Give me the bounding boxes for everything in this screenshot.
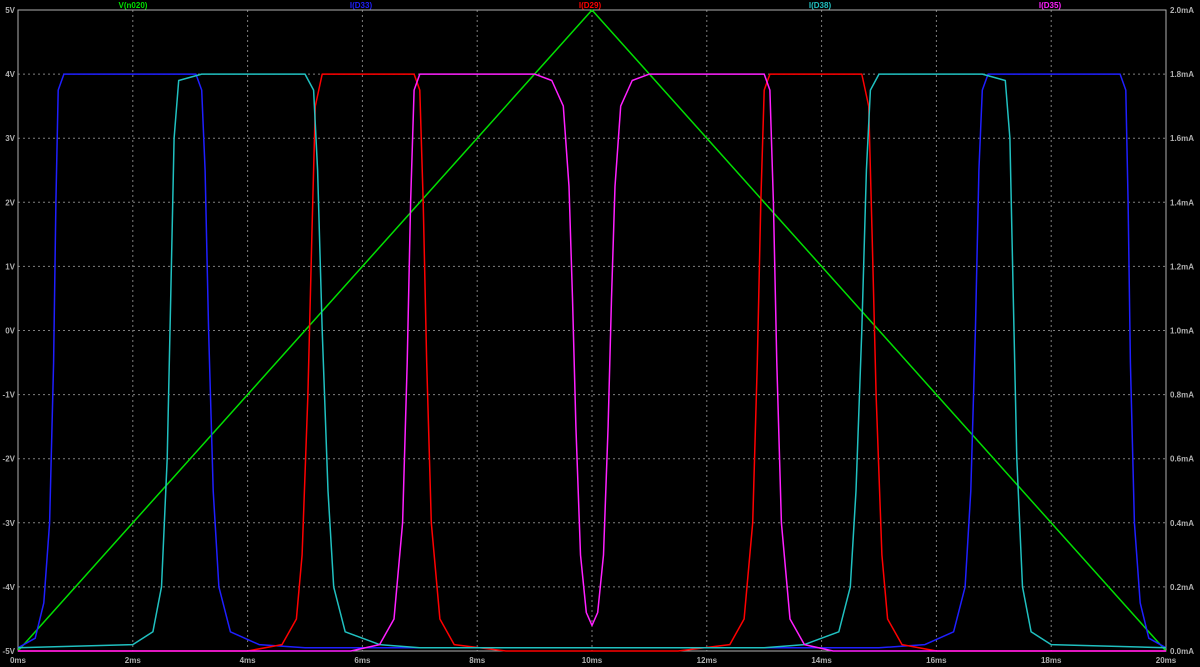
left-y-tick-label: -3V bbox=[3, 519, 16, 528]
x-tick-label: 4ms bbox=[240, 656, 257, 665]
legend-label-id38[interactable]: I(D38) bbox=[809, 1, 832, 10]
right-y-tick-label: 0.6mA bbox=[1170, 455, 1194, 464]
x-tick-label: 16ms bbox=[926, 656, 947, 665]
right-y-tick-label: 0.8mA bbox=[1170, 391, 1194, 400]
left-y-tick-label: 4V bbox=[5, 70, 15, 79]
left-y-tick-label: 1V bbox=[5, 262, 15, 271]
legend-label-vn020[interactable]: V(n020) bbox=[119, 1, 148, 10]
left-y-tick-label: 2V bbox=[5, 198, 15, 207]
right-y-tick-label: 1.8mA bbox=[1170, 70, 1194, 79]
left-y-tick-label: -5V bbox=[3, 647, 16, 656]
left-y-tick-label: -2V bbox=[3, 455, 16, 464]
right-y-tick-label: 1.4mA bbox=[1170, 198, 1194, 207]
left-y-tick-label: 0V bbox=[5, 327, 15, 336]
left-y-tick-label: -4V bbox=[3, 583, 16, 592]
legend-label-id35[interactable]: I(D35) bbox=[1039, 1, 1062, 10]
legend-label-id33[interactable]: I(D33) bbox=[350, 1, 373, 10]
x-tick-label: 0ms bbox=[10, 656, 27, 665]
x-tick-label: 2ms bbox=[125, 656, 142, 665]
right-y-tick-label: 1.2mA bbox=[1170, 262, 1194, 271]
right-y-tick-label: 0.4mA bbox=[1170, 519, 1194, 528]
right-y-tick-label: 0.2mA bbox=[1170, 583, 1194, 592]
right-y-tick-label: 0.0mA bbox=[1170, 647, 1194, 656]
waveform-plot: 0ms 2ms 4ms 6ms 8ms 10ms 12ms 14ms 16ms 18ms 20ms … bbox=[0, 0, 1200, 667]
x-tick-label: 12ms bbox=[697, 656, 718, 665]
x-tick-label: 14ms bbox=[811, 656, 832, 665]
legend-label-id29[interactable]: I(D29) bbox=[579, 1, 602, 10]
right-y-tick-label: 1.6mA bbox=[1170, 134, 1194, 143]
x-tick-label: 20ms bbox=[1156, 656, 1177, 665]
plot-background bbox=[0, 0, 1200, 667]
x-tick-label: 8ms bbox=[469, 656, 486, 665]
x-tick-label: 10ms bbox=[582, 656, 603, 665]
left-y-tick-label: -1V bbox=[3, 391, 16, 400]
x-tick-label: 18ms bbox=[1041, 656, 1062, 665]
x-tick-label: 6ms bbox=[354, 656, 371, 665]
right-y-tick-label: 2.0mA bbox=[1170, 6, 1194, 15]
left-y-tick-label: 3V bbox=[5, 134, 15, 143]
left-y-tick-label: 5V bbox=[5, 6, 15, 15]
right-y-tick-label: 1.0mA bbox=[1170, 327, 1194, 336]
